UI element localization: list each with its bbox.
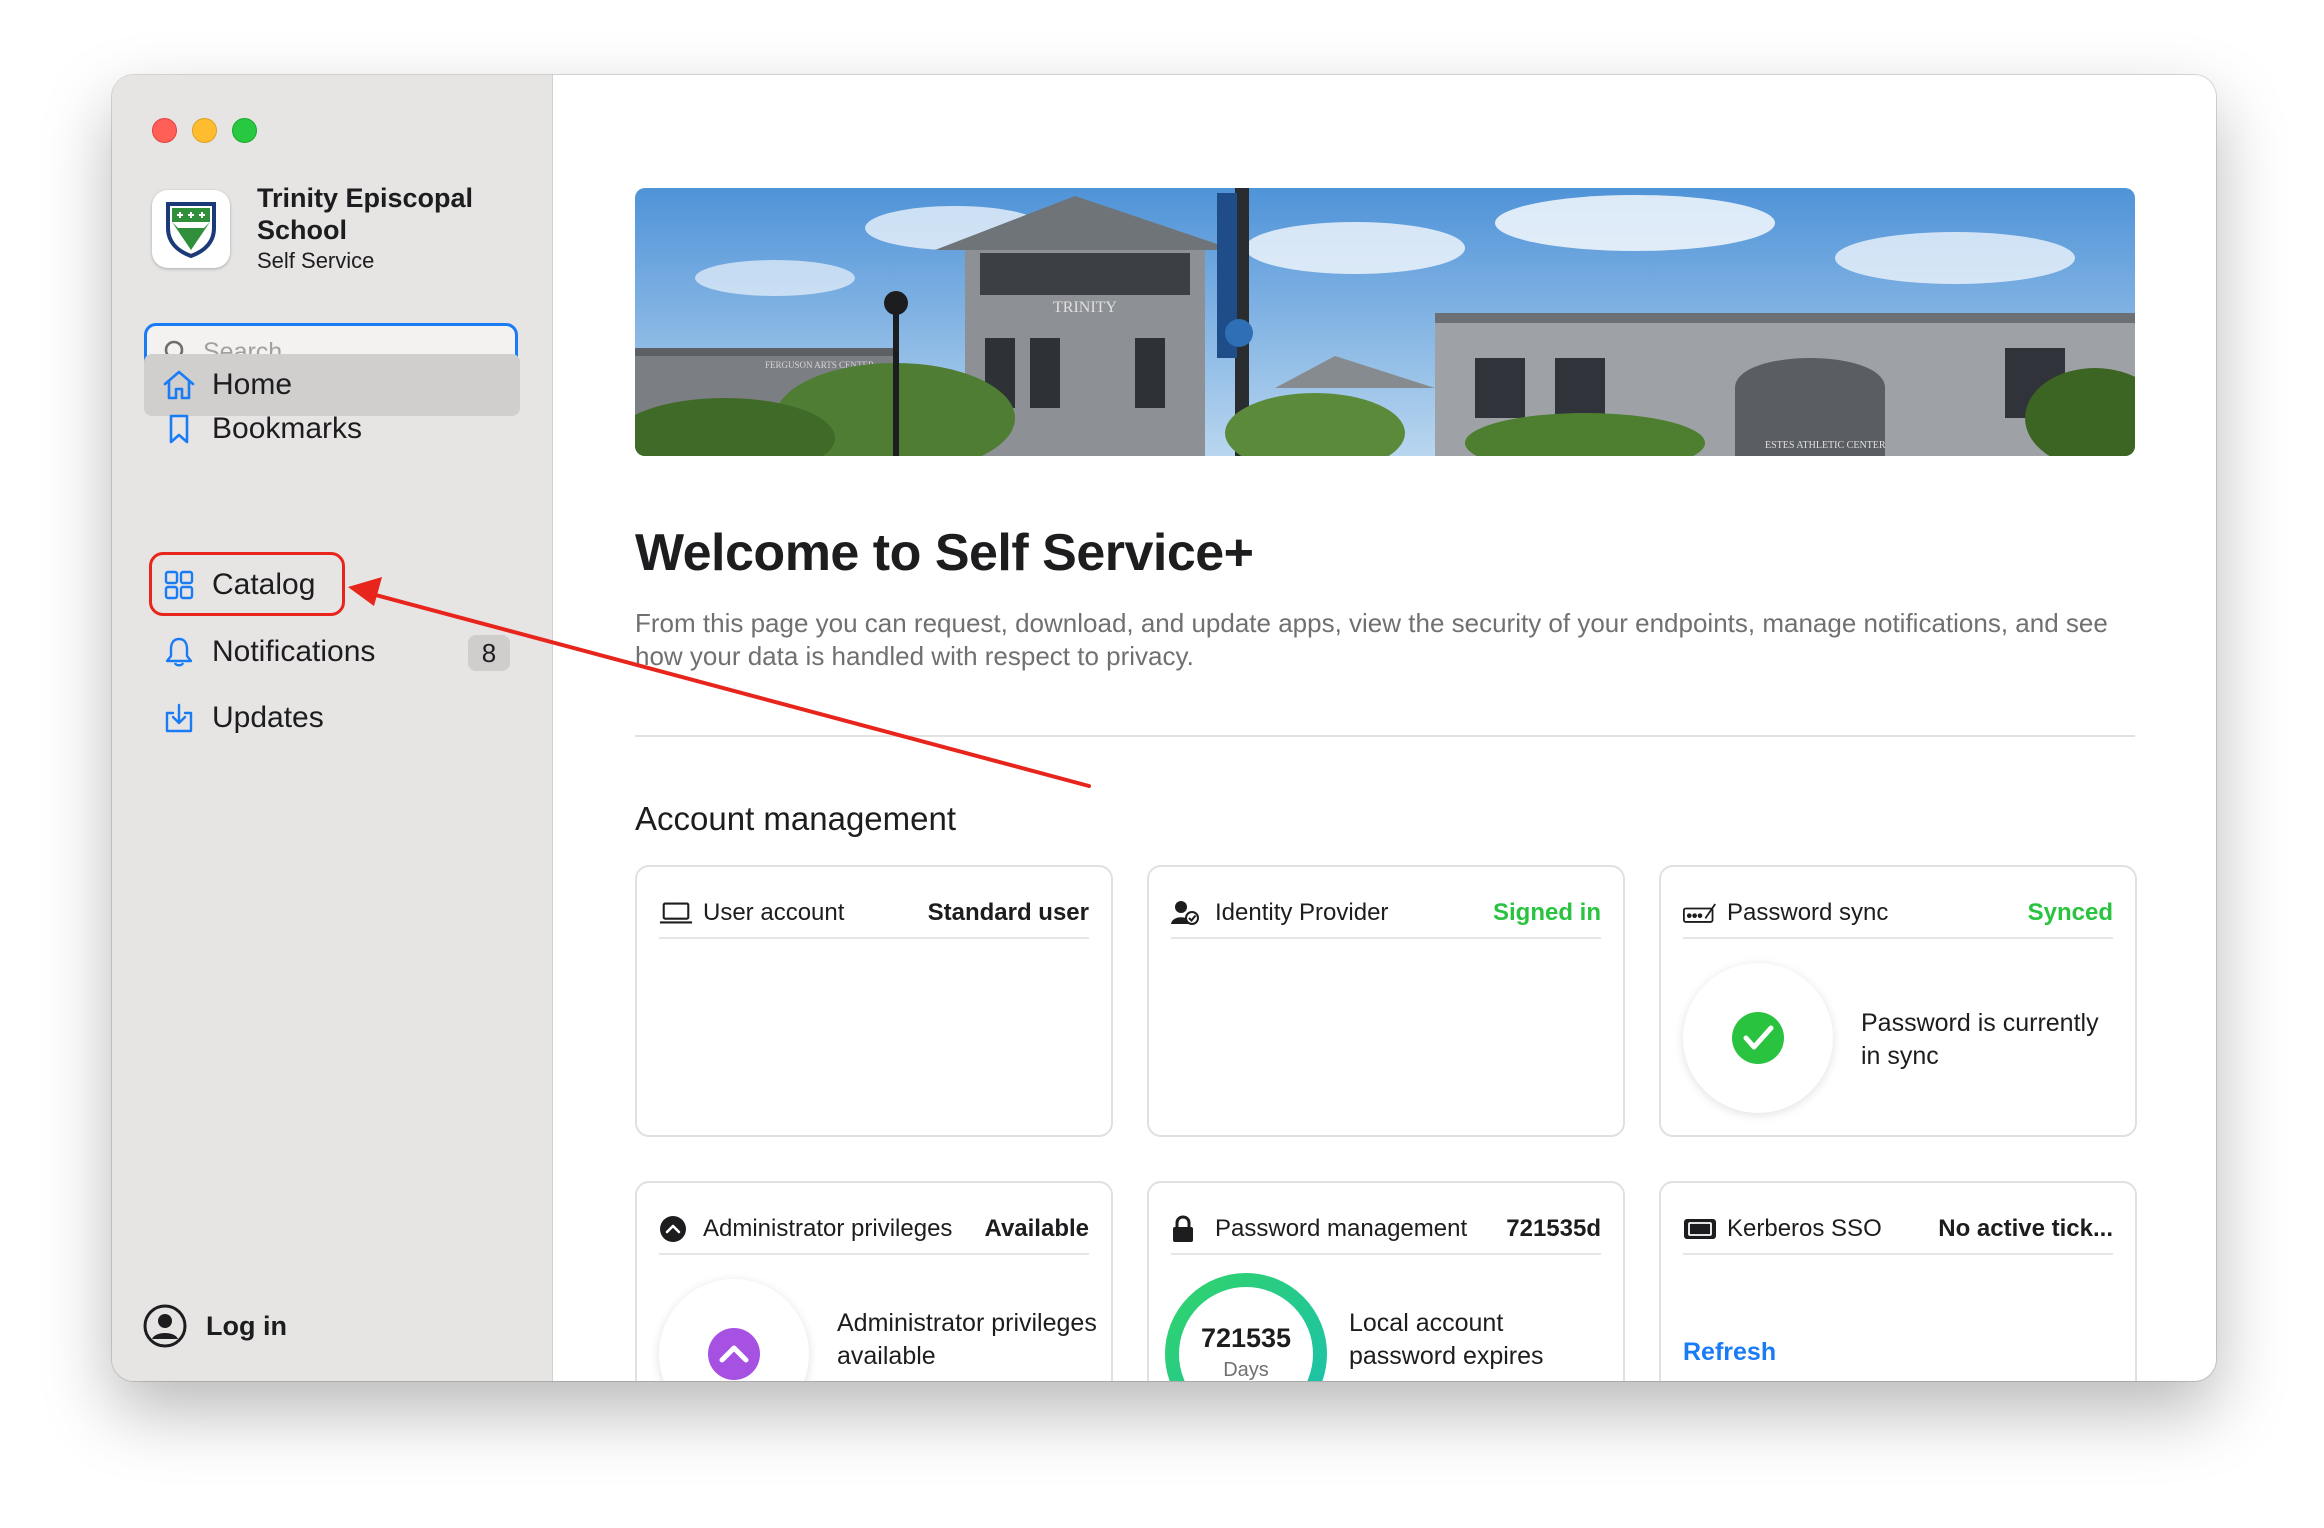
admin-status-circle — [659, 1279, 809, 1381]
shield-logo-icon — [166, 202, 216, 258]
card-body-text: Password is currently in sync — [1861, 1009, 2099, 1070]
section-divider — [635, 735, 2135, 737]
card-password-management: Password management 721535d 721535 Days … — [1147, 1181, 1625, 1381]
page-title: Welcome to Self Service+ — [635, 524, 1254, 582]
org-name: Trinity Episcopal School — [257, 183, 474, 245]
sidebar-item-notifications[interactable]: Notifications 8 — [144, 621, 520, 683]
zoom-window-button[interactable] — [232, 118, 257, 143]
card-admin-privileges: Administrator privileges Available Admin… — [635, 1181, 1113, 1381]
card-body-text: Administrator privileges available — [837, 1309, 1097, 1370]
ticket-icon — [1683, 1215, 1717, 1243]
sidebar-item-label: Notifications — [212, 635, 376, 668]
card-kerberos-sso: Kerberos SSO No active tick... Refresh — [1659, 1181, 2137, 1381]
org-subtitle: Self Service — [257, 248, 375, 273]
checkmark-icon — [1732, 1012, 1784, 1064]
login-button[interactable]: Log in — [142, 1303, 287, 1349]
chevron-up-circle-icon — [659, 1215, 693, 1243]
sidebar-item-label: Bookmarks — [212, 412, 363, 445]
section-title: Account management — [635, 800, 957, 837]
notifications-count-badge: 8 — [468, 635, 510, 671]
card-value: 721535d — [1506, 1215, 1601, 1242]
sidebar-item-catalog[interactable]: Catalog — [144, 554, 520, 616]
login-label: Log in — [206, 1310, 287, 1341]
page-description: From this page you can request, download… — [635, 608, 2108, 671]
sidebar-item-label: Updates — [212, 701, 324, 734]
card-value: Signed in — [1493, 899, 1601, 926]
card-value: Synced — [2027, 899, 2113, 926]
card-label: Password sync — [1727, 899, 1889, 926]
card-body-text: Local account password expires — [1349, 1309, 1544, 1370]
sidebar-item-updates[interactable]: Updates — [144, 687, 520, 749]
card-label: Administrator privileges — [703, 1215, 953, 1242]
password-expiry-ring: 721535 Days — [1161, 1269, 1331, 1381]
close-window-button[interactable] — [152, 118, 177, 143]
card-label: Password management — [1215, 1215, 1468, 1242]
grid-icon — [162, 568, 196, 602]
sidebar-item-label: Home — [212, 368, 293, 401]
banner-building-sign: TRINITY — [1053, 299, 1117, 316]
sync-status-circle — [1683, 963, 1833, 1113]
laptop-icon — [659, 899, 693, 927]
lock-icon — [1171, 1215, 1205, 1243]
password-field-icon — [1683, 899, 1717, 927]
org-logo — [152, 190, 230, 268]
card-label: Identity Provider — [1215, 899, 1389, 926]
sidebar-item-bookmarks[interactable]: Bookmarks — [144, 398, 520, 460]
ring-unit: Days — [1223, 1359, 1269, 1381]
ring-value: 721535 — [1200, 1323, 1292, 1353]
minimize-window-button[interactable] — [192, 118, 217, 143]
refresh-button[interactable]: Refresh — [1683, 1338, 1776, 1367]
bookmark-icon — [162, 412, 196, 446]
card-value: Available — [984, 1215, 1090, 1242]
sidebar: Trinity Episcopal School Self Service Ho… — [112, 75, 553, 1381]
card-user-account: User account Standard user — [635, 865, 1113, 1137]
person-circle-icon — [143, 1304, 187, 1348]
admin-chevron-icon — [708, 1328, 760, 1380]
card-value: No active tick... — [1938, 1215, 2113, 1242]
campus-banner-image: TRINITY FERGUSON ARTS CENTER ESTES ATHLE… — [635, 188, 2135, 456]
card-password-sync: Password sync Synced Password is current… — [1659, 865, 2137, 1137]
person-badge-icon — [1171, 899, 1205, 927]
house-icon — [162, 368, 196, 402]
download-tray-icon — [162, 701, 196, 735]
app-window: Trinity Episcopal School Self Service Ho… — [112, 75, 2216, 1381]
card-value: Standard user — [927, 899, 1089, 926]
main-content: TRINITY FERGUSON ARTS CENTER ESTES ATHLE… — [553, 75, 2216, 1381]
bell-icon — [162, 635, 196, 669]
card-identity-provider: Identity Provider Signed in — [1147, 865, 1625, 1137]
card-label: Kerberos SSO — [1727, 1215, 1882, 1242]
card-label: User account — [703, 899, 845, 926]
sidebar-item-label: Catalog — [212, 568, 316, 601]
banner-right-sign: ESTES ATHLETIC CENTER — [1765, 440, 1886, 451]
